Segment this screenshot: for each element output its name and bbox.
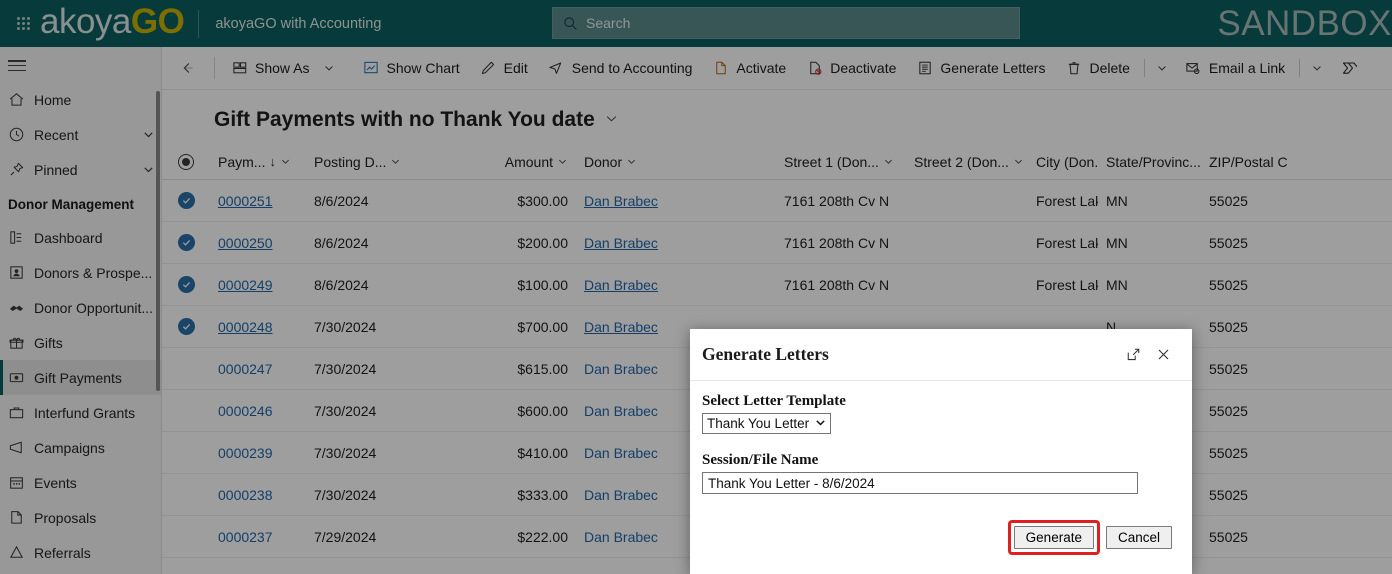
dialog-title: Generate Letters xyxy=(702,344,829,364)
letter-template-select[interactable]: Thank You Letter xyxy=(702,413,832,434)
session-file-name-input[interactable]: Thank You Letter - 8/6/2024 xyxy=(702,472,1138,494)
generate-letters-dialog: Generate Letters Select Letter Template … xyxy=(690,329,1192,574)
dialog-header: Generate Letters xyxy=(690,329,1192,381)
dialog-field-spacer xyxy=(702,434,1180,452)
session-file-name-value: Thank You Letter - 8/6/2024 xyxy=(708,475,875,491)
generate-button[interactable]: Generate xyxy=(1013,526,1094,549)
popout-icon[interactable] xyxy=(1118,340,1148,370)
cancel-button[interactable]: Cancel xyxy=(1105,526,1172,549)
dialog-button-row: Generate Cancel xyxy=(702,520,1180,555)
dialog-body: Select Letter Template Thank You Letter … xyxy=(690,381,1192,555)
app-root: akoyaGO akoyaGO with Accounting Search S… xyxy=(0,0,1392,574)
letter-template-selected-value: Thank You Letter xyxy=(707,416,810,431)
generate-button-highlight: Generate xyxy=(1007,520,1100,555)
session-file-name-label: Session/File Name xyxy=(702,452,819,468)
select-letter-template-label: Select Letter Template xyxy=(702,393,846,409)
chevron-down-icon xyxy=(815,416,826,431)
close-icon[interactable] xyxy=(1148,340,1178,370)
